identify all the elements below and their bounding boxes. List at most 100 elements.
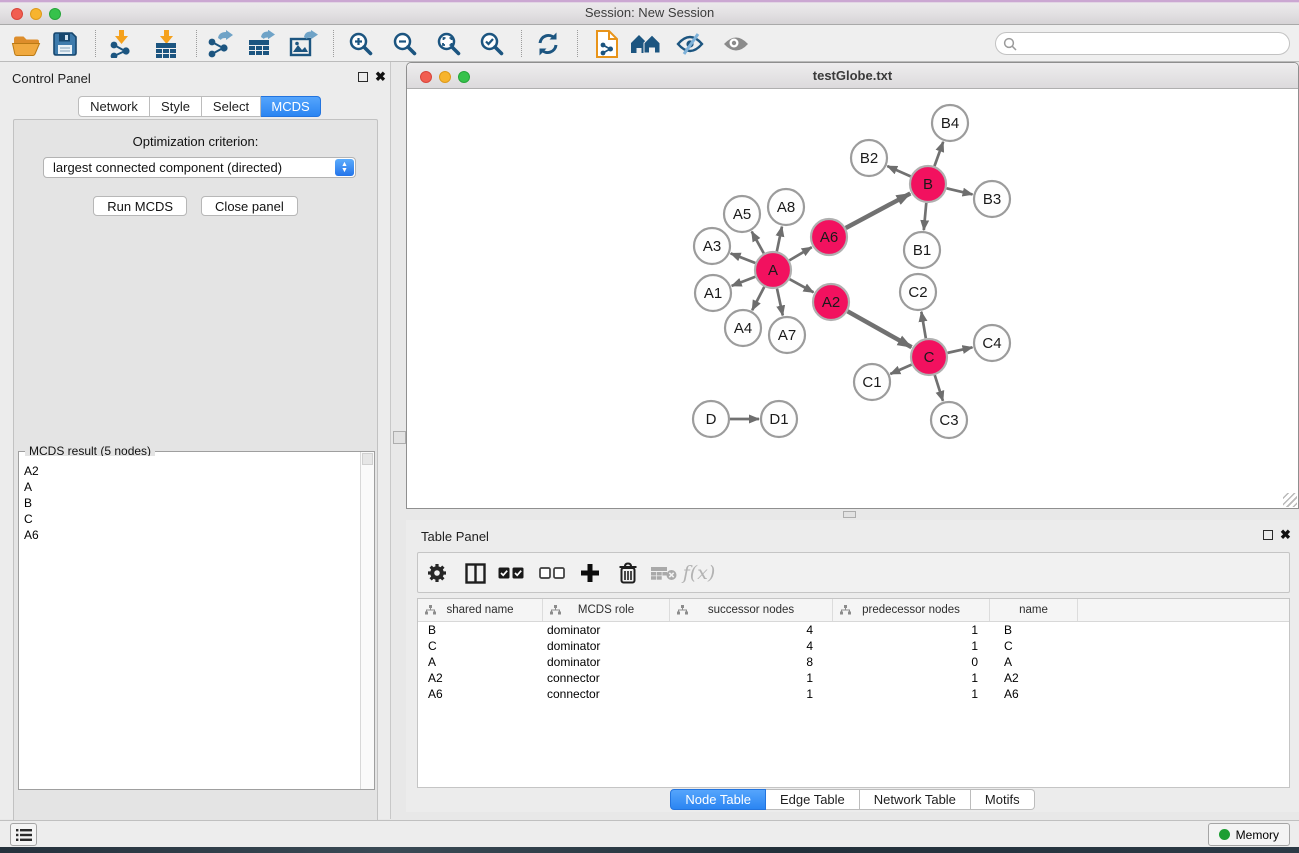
graph-edge-C-C2[interactable]: [921, 312, 925, 339]
table-row[interactable]: Cdominator41C: [418, 638, 1289, 654]
column-header-successor-nodes[interactable]: successor nodes: [670, 599, 833, 621]
hide-panel-eye-icon[interactable]: [674, 28, 706, 59]
network-window-titlebar[interactable]: testGlobe.txt: [407, 63, 1298, 89]
graph-edge-A-A5[interactable]: [752, 231, 764, 253]
import-table-icon[interactable]: [150, 28, 182, 59]
tab-edge-table[interactable]: Edge Table: [766, 789, 860, 810]
settings-gear-icon[interactable]: [422, 559, 452, 587]
close-panel-icon[interactable]: ✖: [375, 69, 386, 85]
open-session-file-icon[interactable]: [591, 28, 623, 59]
mcds-result-list[interactable]: A2ABCA6: [20, 456, 359, 788]
delete-table-icon[interactable]: [649, 559, 679, 587]
run-mcds-button[interactable]: Run MCDS: [93, 196, 187, 216]
graph-edge-B-B1[interactable]: [924, 203, 926, 230]
memory-label: Memory: [1236, 828, 1279, 842]
table-cell: 1: [833, 686, 990, 702]
result-item[interactable]: A6: [24, 527, 359, 543]
column-header-MCDS-role[interactable]: MCDS role: [543, 599, 670, 621]
export-network-icon[interactable]: [203, 28, 235, 59]
table-panel: Table Panel ✖: [406, 520, 1299, 812]
open-session-icon[interactable]: [10, 28, 42, 59]
result-item[interactable]: C: [24, 511, 359, 527]
export-table-icon[interactable]: [245, 28, 277, 59]
graph-edge-C-C1[interactable]: [890, 365, 911, 374]
close-panel-button[interactable]: Close panel: [201, 196, 298, 216]
zoom-in-icon[interactable]: [345, 28, 377, 59]
window-titlebar: Session: New Session: [0, 0, 1299, 25]
task-history-button[interactable]: [10, 823, 37, 846]
graph-node-label-A: A: [768, 262, 778, 279]
function-builder-icon[interactable]: f(x): [684, 559, 714, 587]
graph-node-label-C1: C1: [862, 374, 881, 391]
graph-edge-A-A4[interactable]: [752, 287, 764, 310]
horizontal-divider-grip[interactable]: [843, 511, 856, 518]
graph-edge-A-A8[interactable]: [777, 227, 782, 252]
table-row[interactable]: A2connector11A2: [418, 670, 1289, 686]
window-resize-grip[interactable]: [1283, 493, 1297, 507]
table-cell: C: [990, 638, 1078, 654]
tab-mcds[interactable]: MCDS: [261, 96, 321, 117]
graph-node-label-A2: A2: [822, 294, 840, 311]
control-panel-header: Control Panel ✖: [0, 62, 390, 92]
tab-select[interactable]: Select: [202, 96, 261, 117]
show-panel-eye-icon[interactable]: [720, 28, 752, 59]
select-all-icon[interactable]: [496, 559, 526, 587]
table-cell: 1: [670, 670, 833, 686]
graph-edge-C-C4[interactable]: [948, 347, 973, 353]
split-panel-icon[interactable]: [460, 559, 490, 587]
criterion-select[interactable]: largest connected component (directed) ▲…: [43, 157, 356, 178]
table-row[interactable]: A6connector11A6: [418, 686, 1289, 702]
zoom-fit-icon[interactable]: [433, 28, 465, 59]
memory-button[interactable]: Memory: [1208, 823, 1290, 846]
tab-network-table[interactable]: Network Table: [860, 789, 971, 810]
export-image-icon[interactable]: [287, 28, 319, 59]
table-row[interactable]: Adominator80A: [418, 654, 1289, 670]
tab-style[interactable]: Style: [150, 96, 202, 117]
zoom-out-icon[interactable]: [389, 28, 421, 59]
graph-edge-B-B2[interactable]: [887, 166, 910, 176]
search-field[interactable]: [995, 32, 1290, 55]
graph-edge-C-C3[interactable]: [935, 375, 943, 401]
column-header-shared-name[interactable]: shared name: [418, 599, 543, 621]
result-item[interactable]: A2: [24, 463, 359, 479]
graph-edge-A-A7[interactable]: [777, 289, 783, 316]
save-session-icon[interactable]: [49, 28, 81, 59]
float-table-panel-icon[interactable]: [1263, 530, 1273, 540]
table-cell: A6: [418, 686, 543, 702]
graph-edge-A-A1[interactable]: [732, 277, 756, 286]
result-item[interactable]: B: [24, 495, 359, 511]
column-header-name[interactable]: name: [990, 599, 1078, 621]
import-network-icon[interactable]: [105, 28, 137, 59]
toolbar-separator: [333, 30, 334, 57]
graph-node-label-D: D: [706, 411, 717, 428]
graph-edge-B-B3[interactable]: [946, 188, 972, 194]
add-column-icon[interactable]: [575, 559, 605, 587]
zoom-selected-icon[interactable]: [476, 28, 508, 59]
home-icon[interactable]: [630, 28, 662, 59]
float-panel-icon[interactable]: [358, 72, 368, 82]
column-header-predecessor-nodes[interactable]: predecessor nodes: [833, 599, 990, 621]
result-item[interactable]: A: [24, 479, 359, 495]
network-canvas[interactable]: AA1A2A3A4A5A6A7A8BB1B2B3B4CC1C2C3C4DD1: [407, 90, 1298, 508]
toolbar-separator: [95, 30, 96, 57]
table-cell: B: [990, 622, 1078, 638]
graph-edge-A6-B[interactable]: [846, 193, 911, 228]
unselect-all-icon[interactable]: [537, 559, 567, 587]
graph-edge-A-A2[interactable]: [790, 279, 814, 292]
search-input[interactable]: [1017, 35, 1289, 52]
tab-network[interactable]: Network: [78, 96, 150, 117]
graph-edge-A-A6[interactable]: [789, 247, 811, 260]
table-row[interactable]: Bdominator41B: [418, 622, 1289, 638]
graph-edge-A2-C[interactable]: [848, 311, 912, 347]
graph-edge-B-B4[interactable]: [934, 142, 943, 166]
refresh-icon[interactable]: [532, 28, 564, 59]
tab-motifs[interactable]: Motifs: [971, 789, 1035, 810]
result-scrollbar[interactable]: [360, 452, 374, 789]
delete-column-icon[interactable]: [613, 559, 643, 587]
vertical-divider-grip[interactable]: [393, 431, 406, 444]
graph-node-label-B: B: [923, 176, 933, 193]
close-table-panel-icon[interactable]: ✖: [1280, 527, 1291, 543]
status-bar: Memory: [0, 820, 1299, 847]
graph-edge-A-A3[interactable]: [731, 253, 756, 263]
tab-node-table[interactable]: Node Table: [670, 789, 766, 810]
